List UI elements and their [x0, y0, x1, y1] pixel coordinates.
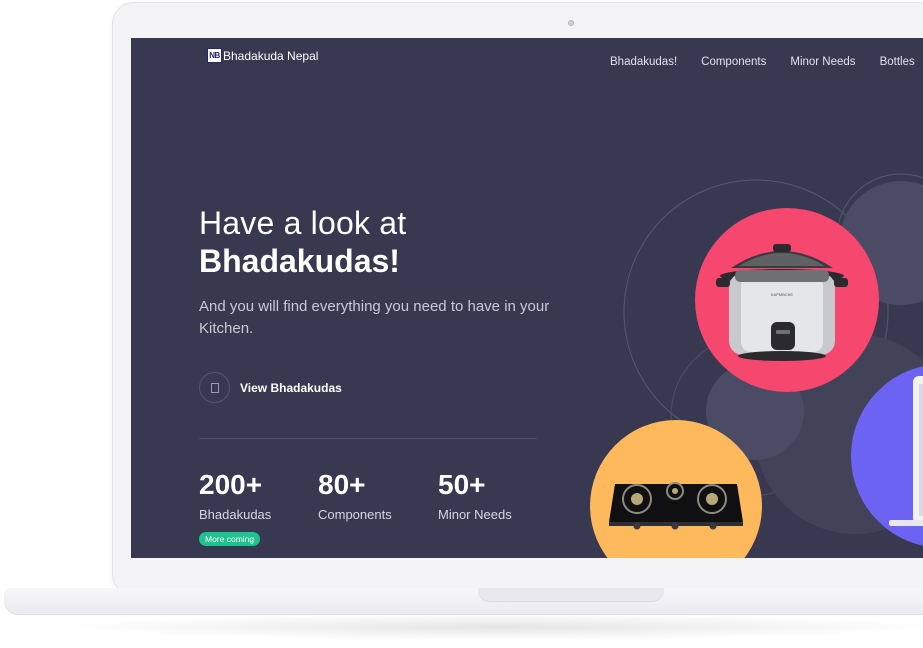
more-coming-badge: More coming: [199, 532, 261, 546]
brand[interactable]: NB Bhadakuda Nepal: [207, 48, 318, 63]
rice-cooker-brand-text: KAPMBCKE: [771, 292, 794, 297]
stat-bhadakudas: 200+ Bhadakudas: [199, 469, 272, 523]
hero-title-line1: Have a look at: [199, 205, 407, 241]
stat-value: 50+: [438, 469, 486, 500]
view-bhadakudas-button[interactable]: View Bhadakudas: [199, 372, 342, 403]
hero-subtitle: And you will find everything you need to…: [199, 298, 550, 337]
laptop-shadow: [60, 614, 923, 640]
brand-name: Bhadakuda Nepal: [223, 48, 319, 63]
main-nav: Bhadakudas! Components Minor Needs Bottl…: [610, 56, 923, 68]
gas-stove-icon: [609, 482, 743, 530]
stat-components: 80+ Components: [318, 469, 392, 523]
stat-label: Bhadakudas: [199, 507, 272, 522]
stat-label: Minor Needs: [438, 507, 512, 522]
website-screen: KAPMBCKE NB Bhadakuda Nepal Bhadakudas! …: [131, 38, 923, 558]
stat-label: Components: [318, 507, 392, 522]
brand-logo: NB: [207, 48, 222, 63]
book-icon: [210, 382, 219, 393]
cta-label: View Bhadakudas: [240, 380, 342, 395]
cta-icon-circle: [199, 372, 230, 403]
stat-minor-needs: 50+ Minor Needs: [438, 469, 512, 523]
hero-title-line2: Bhadakudas!: [199, 243, 400, 279]
stat-value: 200+: [199, 469, 263, 500]
hero-divider: [199, 438, 537, 439]
nav-item-components[interactable]: Components: [701, 56, 766, 68]
stat-value: 80+: [318, 469, 366, 500]
nav-item-bhadakudas[interactable]: Bhadakudas!: [610, 56, 677, 68]
laptop-base: [4, 588, 923, 614]
laptop-base-notch: [478, 588, 664, 602]
nav-item-bottles[interactable]: Bottles: [880, 56, 915, 68]
laptop-camera: [568, 20, 574, 26]
nav-item-minor-needs[interactable]: Minor Needs: [790, 56, 855, 68]
